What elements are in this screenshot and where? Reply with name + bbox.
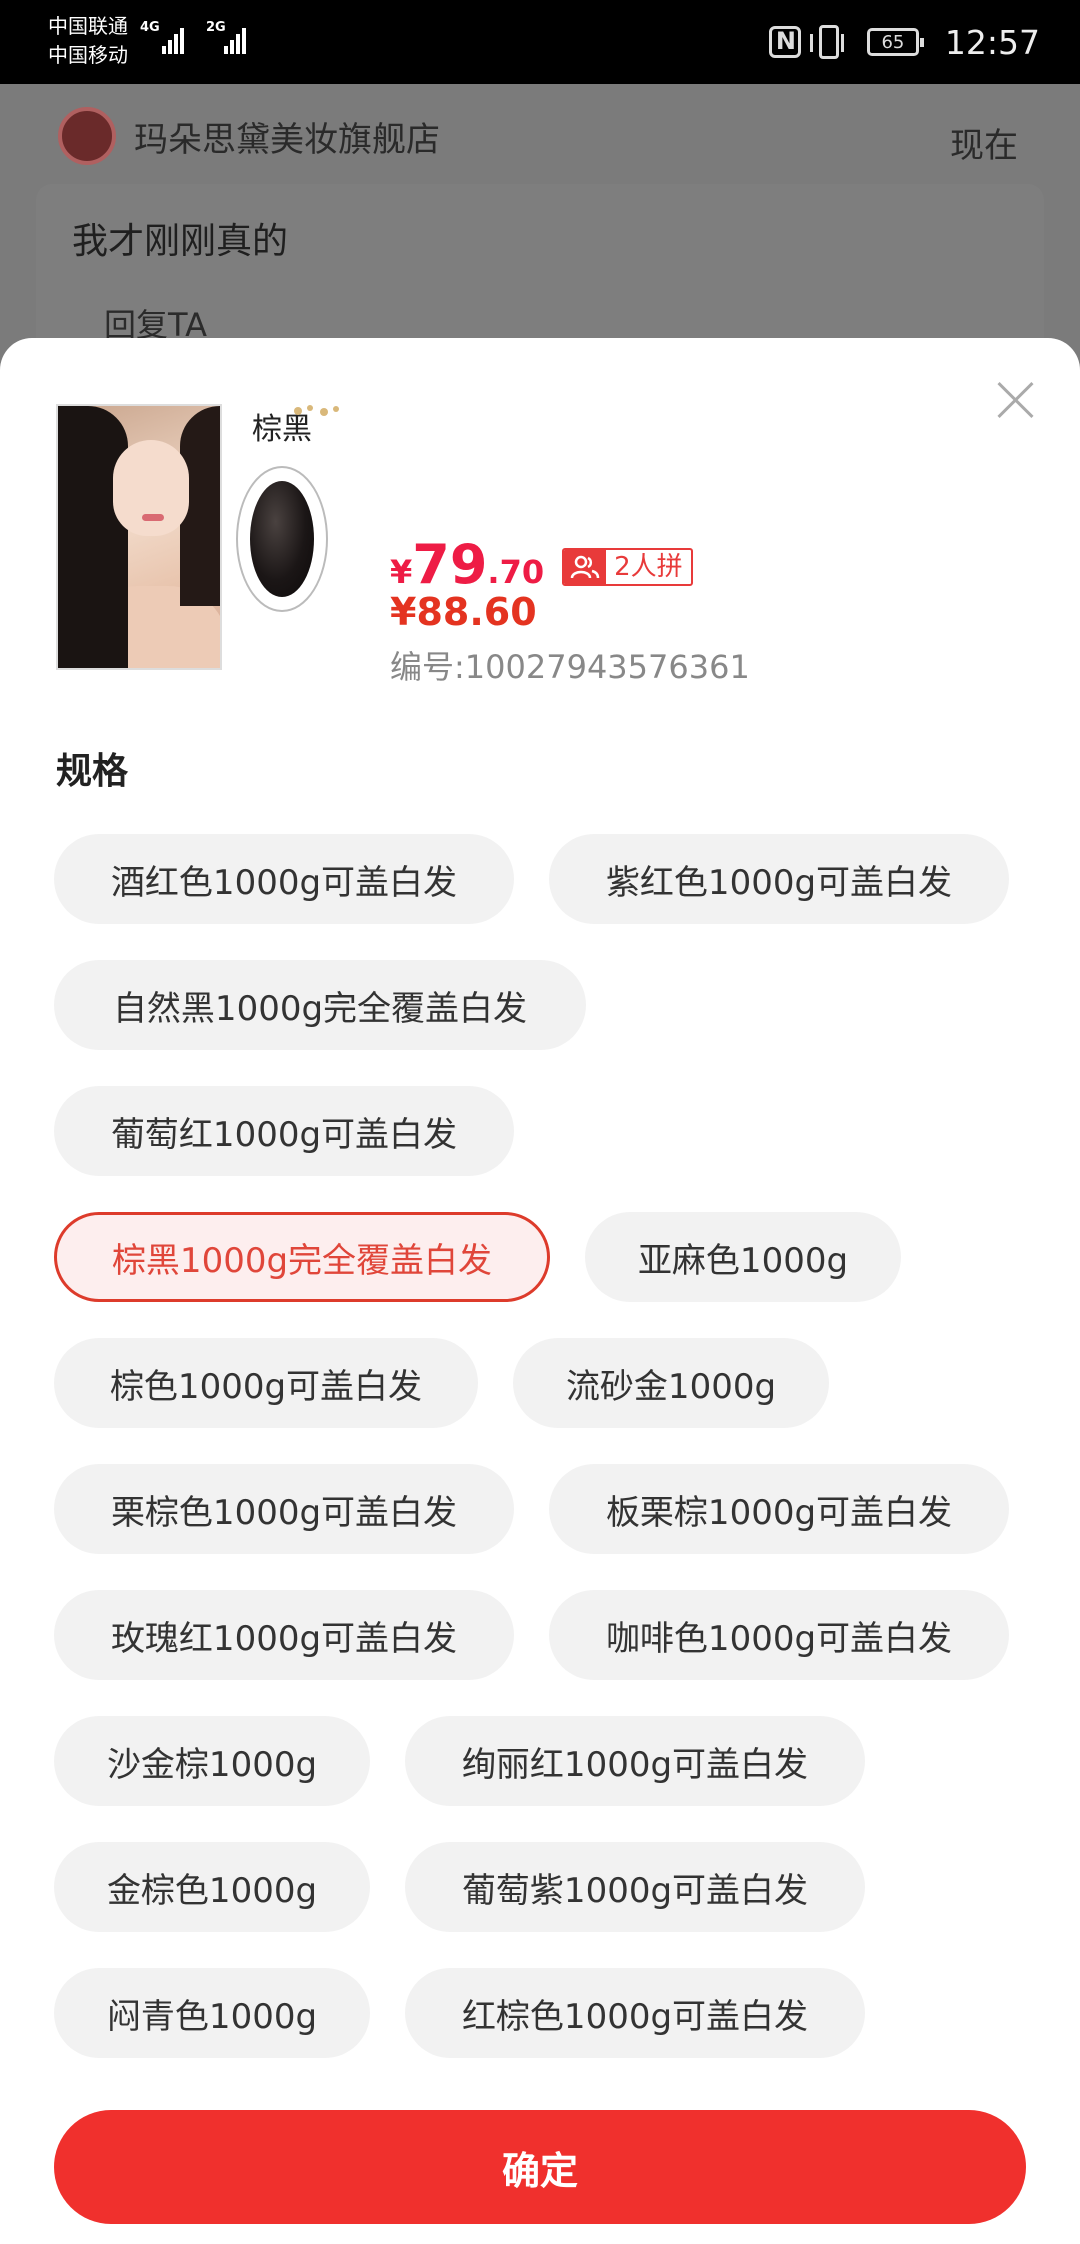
spec-option[interactable]: 板栗棕1000g可盖白发 <box>549 1464 1009 1554</box>
carrier-1: 中国联通 <box>48 14 128 38</box>
spec-option[interactable]: 葡萄红1000g可盖白发 <box>54 1086 514 1176</box>
spec-option[interactable]: 金棕色1000g <box>54 1842 370 1932</box>
hair-swatch-image <box>236 466 328 612</box>
spec-option[interactable]: 红棕色1000g可盖白发 <box>405 1968 865 2058</box>
spec-title: 规格 <box>56 751 129 792</box>
brand-logo-icon <box>290 400 342 422</box>
carrier-2: 中国移动 <box>48 43 128 67</box>
spec-option[interactable]: 玫瑰红1000g可盖白发 <box>54 1590 514 1680</box>
clock: 12:57 <box>944 22 1040 62</box>
spec-option[interactable]: 沙金棕1000g <box>54 1716 370 1806</box>
spec-option[interactable]: 棕黑1000g完全覆盖白发 <box>54 1212 550 1302</box>
message-text: 我才刚刚真的 <box>72 221 289 262</box>
spec-option[interactable]: 棕色1000g可盖白发 <box>54 1338 478 1428</box>
spec-option[interactable]: 自然黑1000g完全覆盖白发 <box>54 960 586 1050</box>
group-buy-badge: 2人拼 <box>562 548 693 586</box>
product-image[interactable] <box>56 404 222 670</box>
shop-avatar <box>58 107 116 165</box>
status-bar: 中国联通 中国移动 4G 2G 65 12:57 <box>0 0 1080 84</box>
spec-option[interactable]: 咖啡色1000g可盖白发 <box>549 1590 1009 1680</box>
spec-option[interactable]: 酒红色1000g可盖白发 <box>54 834 514 924</box>
spec-option[interactable]: 绚丽红1000g可盖白发 <box>405 1716 865 1806</box>
battery-icon: 65 <box>866 28 924 56</box>
sku-selector-sheet: 棕黑 ¥79.70 2人拼 ¥88.60 编号:10027943576361 规… <box>0 338 1080 2244</box>
message-time: 现在 <box>950 126 1018 166</box>
shop-header: 玛朵思黛美妆旗舰店 <box>58 106 440 166</box>
group-price: ¥79.70 <box>390 533 545 596</box>
spec-option[interactable]: 葡萄紫1000g可盖白发 <box>405 1842 865 1932</box>
sku-number: 编号:10027943576361 <box>390 648 750 686</box>
spec-option[interactable]: 闷青色1000g <box>54 1968 370 2058</box>
spec-option[interactable]: 流砂金1000g <box>513 1338 829 1428</box>
group-buy-label: 2人拼 <box>614 552 683 582</box>
spec-option[interactable]: 亚麻色1000g <box>585 1212 901 1302</box>
battery-level: 65 <box>881 31 905 53</box>
close-icon[interactable] <box>994 378 1038 422</box>
spec-option[interactable]: 紫红色1000g可盖白发 <box>549 834 1009 924</box>
price-row: ¥79.70 2人拼 <box>390 528 693 592</box>
nfc-icon <box>768 26 801 58</box>
group-users-icon <box>564 550 607 584</box>
spec-option[interactable]: 栗棕色1000g可盖白发 <box>54 1464 514 1554</box>
confirm-button[interactable]: 确定 <box>54 2110 1026 2224</box>
shop-name: 玛朵思黛美妆旗舰店 <box>134 119 440 160</box>
vibrate-icon <box>809 25 844 59</box>
single-price: ¥88.60 <box>390 590 537 634</box>
carrier-info: 中国联通 中国移动 <box>48 12 128 70</box>
